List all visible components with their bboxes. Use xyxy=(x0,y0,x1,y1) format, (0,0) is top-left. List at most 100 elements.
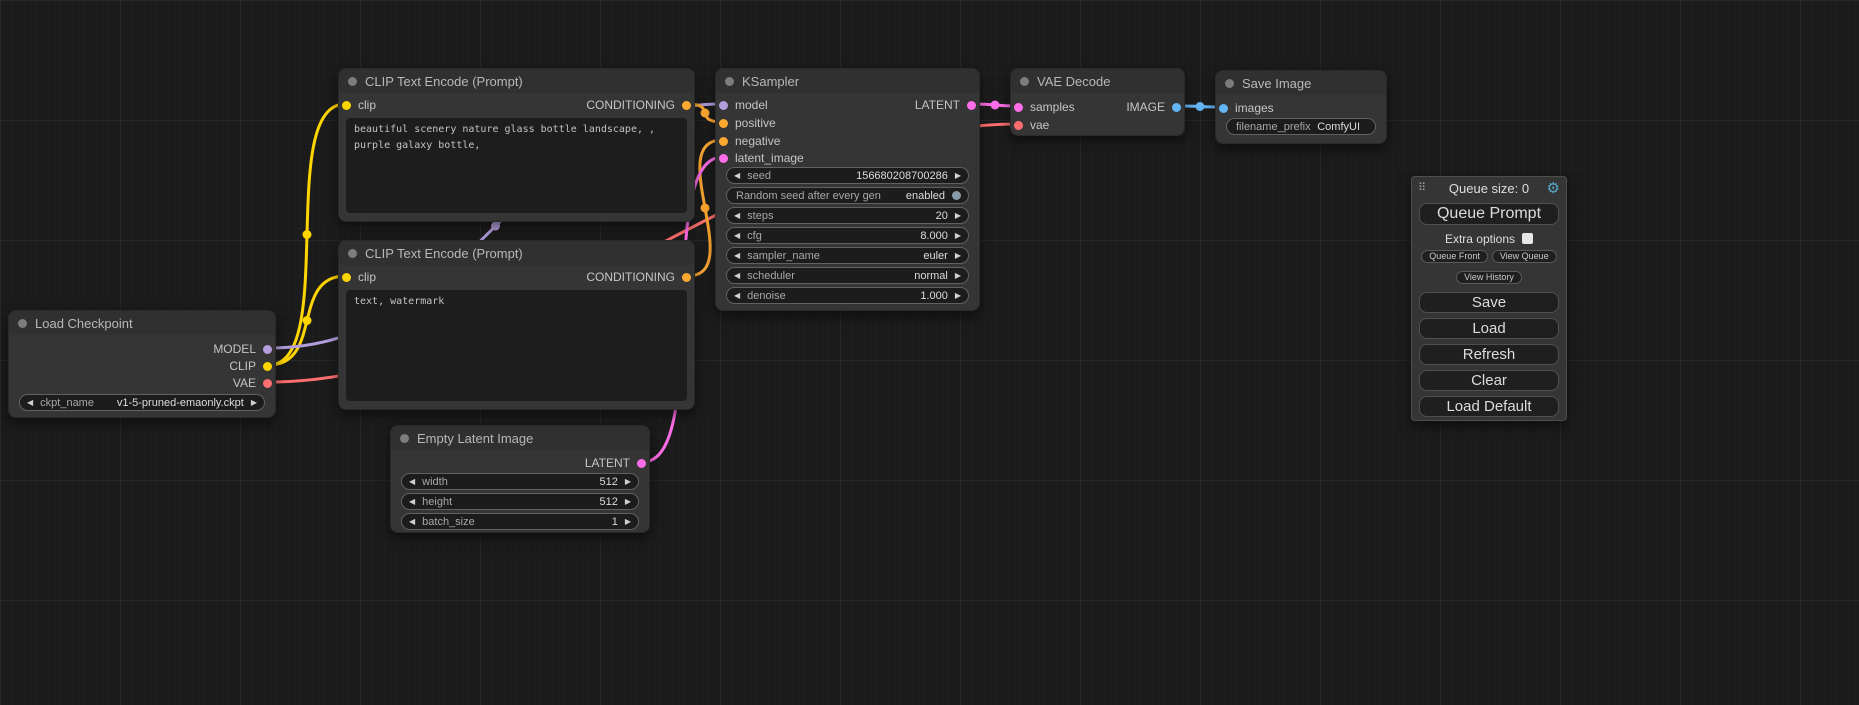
node-save-image[interactable]: Save Image images filename_prefix ComfyU… xyxy=(1215,70,1387,144)
output-slot-latent[interactable]: LATENT xyxy=(578,456,646,470)
output-slot-conditioning[interactable]: CONDITIONING xyxy=(579,270,691,284)
output-slot-latent[interactable]: LATENT xyxy=(908,98,976,112)
view-history-button[interactable]: View History xyxy=(1456,271,1522,284)
node-ksampler[interactable]: KSampler model positive negative latent_… xyxy=(715,68,980,311)
output-slot-conditioning[interactable]: CONDITIONING xyxy=(579,98,691,112)
widget-ckpt-name[interactable]: ◀ ckpt_name v1-5-pruned-emaonly.ckpt ▶ xyxy=(19,394,265,411)
slot-dot-model[interactable] xyxy=(263,345,272,354)
queue-front-button[interactable]: Queue Front xyxy=(1421,250,1488,263)
decrement-arrow-icon[interactable]: ◀ xyxy=(409,478,415,486)
slot-dot-vae[interactable] xyxy=(1014,121,1023,130)
load-button[interactable]: Load xyxy=(1419,318,1559,339)
collapse-dot-icon[interactable] xyxy=(348,249,357,258)
slot-dot-vae[interactable] xyxy=(263,379,272,388)
slot-dot-conditioning[interactable] xyxy=(719,137,728,146)
view-queue-button[interactable]: View Queue xyxy=(1492,250,1557,263)
slot-dot-conditioning[interactable] xyxy=(719,119,728,128)
decrement-arrow-icon[interactable]: ◀ xyxy=(734,212,740,220)
input-slot-images[interactable]: images xyxy=(1219,101,1281,115)
widget-height[interactable]: ◀ height 512 ▶ xyxy=(401,493,639,510)
toggle-on-icon[interactable] xyxy=(952,191,961,200)
decrement-arrow-icon[interactable]: ◀ xyxy=(734,252,740,260)
slot-dot-model[interactable] xyxy=(719,101,728,110)
input-slot-clip[interactable]: clip xyxy=(342,98,383,112)
input-slot-positive[interactable]: positive xyxy=(719,116,783,130)
slot-dot-clip[interactable] xyxy=(342,101,351,110)
widget-scheduler[interactable]: ◀ scheduler normal ▶ xyxy=(726,267,969,284)
node-clip-text-encode-positive[interactable]: CLIP Text Encode (Prompt) clip CONDITION… xyxy=(338,68,695,222)
input-slot-vae[interactable]: vae xyxy=(1014,118,1056,132)
widget-steps[interactable]: ◀ steps 20 ▶ xyxy=(726,207,969,224)
node-title-bar[interactable]: CLIP Text Encode (Prompt) xyxy=(339,241,694,265)
node-title-bar[interactable]: CLIP Text Encode (Prompt) xyxy=(339,69,694,93)
output-slot-vae[interactable]: VAE xyxy=(226,376,272,390)
increment-arrow-icon[interactable]: ▶ xyxy=(625,498,631,506)
widget-denoise[interactable]: ◀ denoise 1.000 ▶ xyxy=(726,287,969,304)
node-title-bar[interactable]: Save Image xyxy=(1216,71,1386,95)
node-title-bar[interactable]: VAE Decode xyxy=(1011,69,1184,93)
slot-dot-image[interactable] xyxy=(1172,103,1181,112)
decrement-arrow-icon[interactable]: ◀ xyxy=(734,172,740,180)
widget-seed[interactable]: ◀ seed 156680208700286 ▶ xyxy=(726,167,969,184)
node-title-bar[interactable]: Load Checkpoint xyxy=(9,311,275,335)
decrement-arrow-icon[interactable]: ◀ xyxy=(409,498,415,506)
slot-dot-clip[interactable] xyxy=(342,273,351,282)
increment-arrow-icon[interactable]: ▶ xyxy=(955,252,961,260)
widget-cfg[interactable]: ◀ cfg 8.000 ▶ xyxy=(726,227,969,244)
slot-dot-image[interactable] xyxy=(1219,104,1228,113)
collapse-dot-icon[interactable] xyxy=(348,77,357,86)
increment-arrow-icon[interactable]: ▶ xyxy=(955,212,961,220)
collapse-dot-icon[interactable] xyxy=(1225,79,1234,88)
collapse-dot-icon[interactable] xyxy=(725,77,734,86)
save-button[interactable]: Save xyxy=(1419,292,1559,313)
output-slot-model[interactable]: MODEL xyxy=(206,342,272,356)
input-slot-negative[interactable]: negative xyxy=(719,134,787,148)
collapse-dot-icon[interactable] xyxy=(1020,77,1029,86)
slot-dot-latent[interactable] xyxy=(637,459,646,468)
output-slot-clip[interactable]: CLIP xyxy=(222,359,272,373)
graph-canvas[interactable]: Load Checkpoint MODEL CLIP VAE ◀ ckpt_na… xyxy=(0,0,1859,705)
collapse-dot-icon[interactable] xyxy=(400,434,409,443)
increment-arrow-icon[interactable]: ▶ xyxy=(955,172,961,180)
prompt-textarea[interactable]: beautiful scenery nature glass bottle la… xyxy=(346,118,687,213)
slot-dot-conditioning[interactable] xyxy=(682,101,691,110)
increment-arrow-icon[interactable]: ▶ xyxy=(955,292,961,300)
input-slot-latent-image[interactable]: latent_image xyxy=(719,151,811,165)
decrement-arrow-icon[interactable]: ◀ xyxy=(27,399,33,407)
input-slot-clip[interactable]: clip xyxy=(342,270,383,284)
queue-prompt-button[interactable]: Queue Prompt xyxy=(1419,203,1559,225)
increment-arrow-icon[interactable]: ▶ xyxy=(955,232,961,240)
input-slot-samples[interactable]: samples xyxy=(1014,100,1082,114)
clear-button[interactable]: Clear xyxy=(1419,370,1559,391)
load-default-button[interactable]: Load Default xyxy=(1419,396,1559,417)
drag-handle-icon[interactable]: ⠿ xyxy=(1418,181,1426,194)
widget-filename-prefix[interactable]: filename_prefix ComfyUI xyxy=(1226,118,1376,135)
widget-batch-size[interactable]: ◀ batch_size 1 ▶ xyxy=(401,513,639,530)
widget-width[interactable]: ◀ width 512 ▶ xyxy=(401,473,639,490)
node-title-bar[interactable]: KSampler xyxy=(716,69,979,93)
increment-arrow-icon[interactable]: ▶ xyxy=(251,399,257,407)
decrement-arrow-icon[interactable]: ◀ xyxy=(734,272,740,280)
slot-dot-conditioning[interactable] xyxy=(682,273,691,282)
increment-arrow-icon[interactable]: ▶ xyxy=(625,478,631,486)
extra-options-checkbox[interactable] xyxy=(1522,233,1533,244)
settings-gear-icon[interactable]: ⚙ xyxy=(1547,180,1560,198)
widget-sampler-name[interactable]: ◀ sampler_name euler ▶ xyxy=(726,247,969,264)
node-title-bar[interactable]: Empty Latent Image xyxy=(391,426,649,450)
widget-random-seed-toggle[interactable]: Random seed after every gen enabled xyxy=(726,187,969,204)
decrement-arrow-icon[interactable]: ◀ xyxy=(409,518,415,526)
increment-arrow-icon[interactable]: ▶ xyxy=(955,272,961,280)
node-empty-latent-image[interactable]: Empty Latent Image LATENT ◀ width 512 ▶ … xyxy=(390,425,650,533)
slot-dot-clip[interactable] xyxy=(263,362,272,371)
input-slot-model[interactable]: model xyxy=(719,98,775,112)
slot-dot-latent[interactable] xyxy=(1014,103,1023,112)
refresh-button[interactable]: Refresh xyxy=(1419,344,1559,365)
increment-arrow-icon[interactable]: ▶ xyxy=(625,518,631,526)
collapse-dot-icon[interactable] xyxy=(18,319,27,328)
node-vae-decode[interactable]: VAE Decode samples vae IMAGE xyxy=(1010,68,1185,136)
node-load-checkpoint[interactable]: Load Checkpoint MODEL CLIP VAE ◀ ckpt_na… xyxy=(8,310,276,418)
slot-dot-latent[interactable] xyxy=(967,101,976,110)
slot-dot-latent[interactable] xyxy=(719,154,728,163)
node-clip-text-encode-negative[interactable]: CLIP Text Encode (Prompt) clip CONDITION… xyxy=(338,240,695,410)
output-slot-image[interactable]: IMAGE xyxy=(1119,100,1181,114)
